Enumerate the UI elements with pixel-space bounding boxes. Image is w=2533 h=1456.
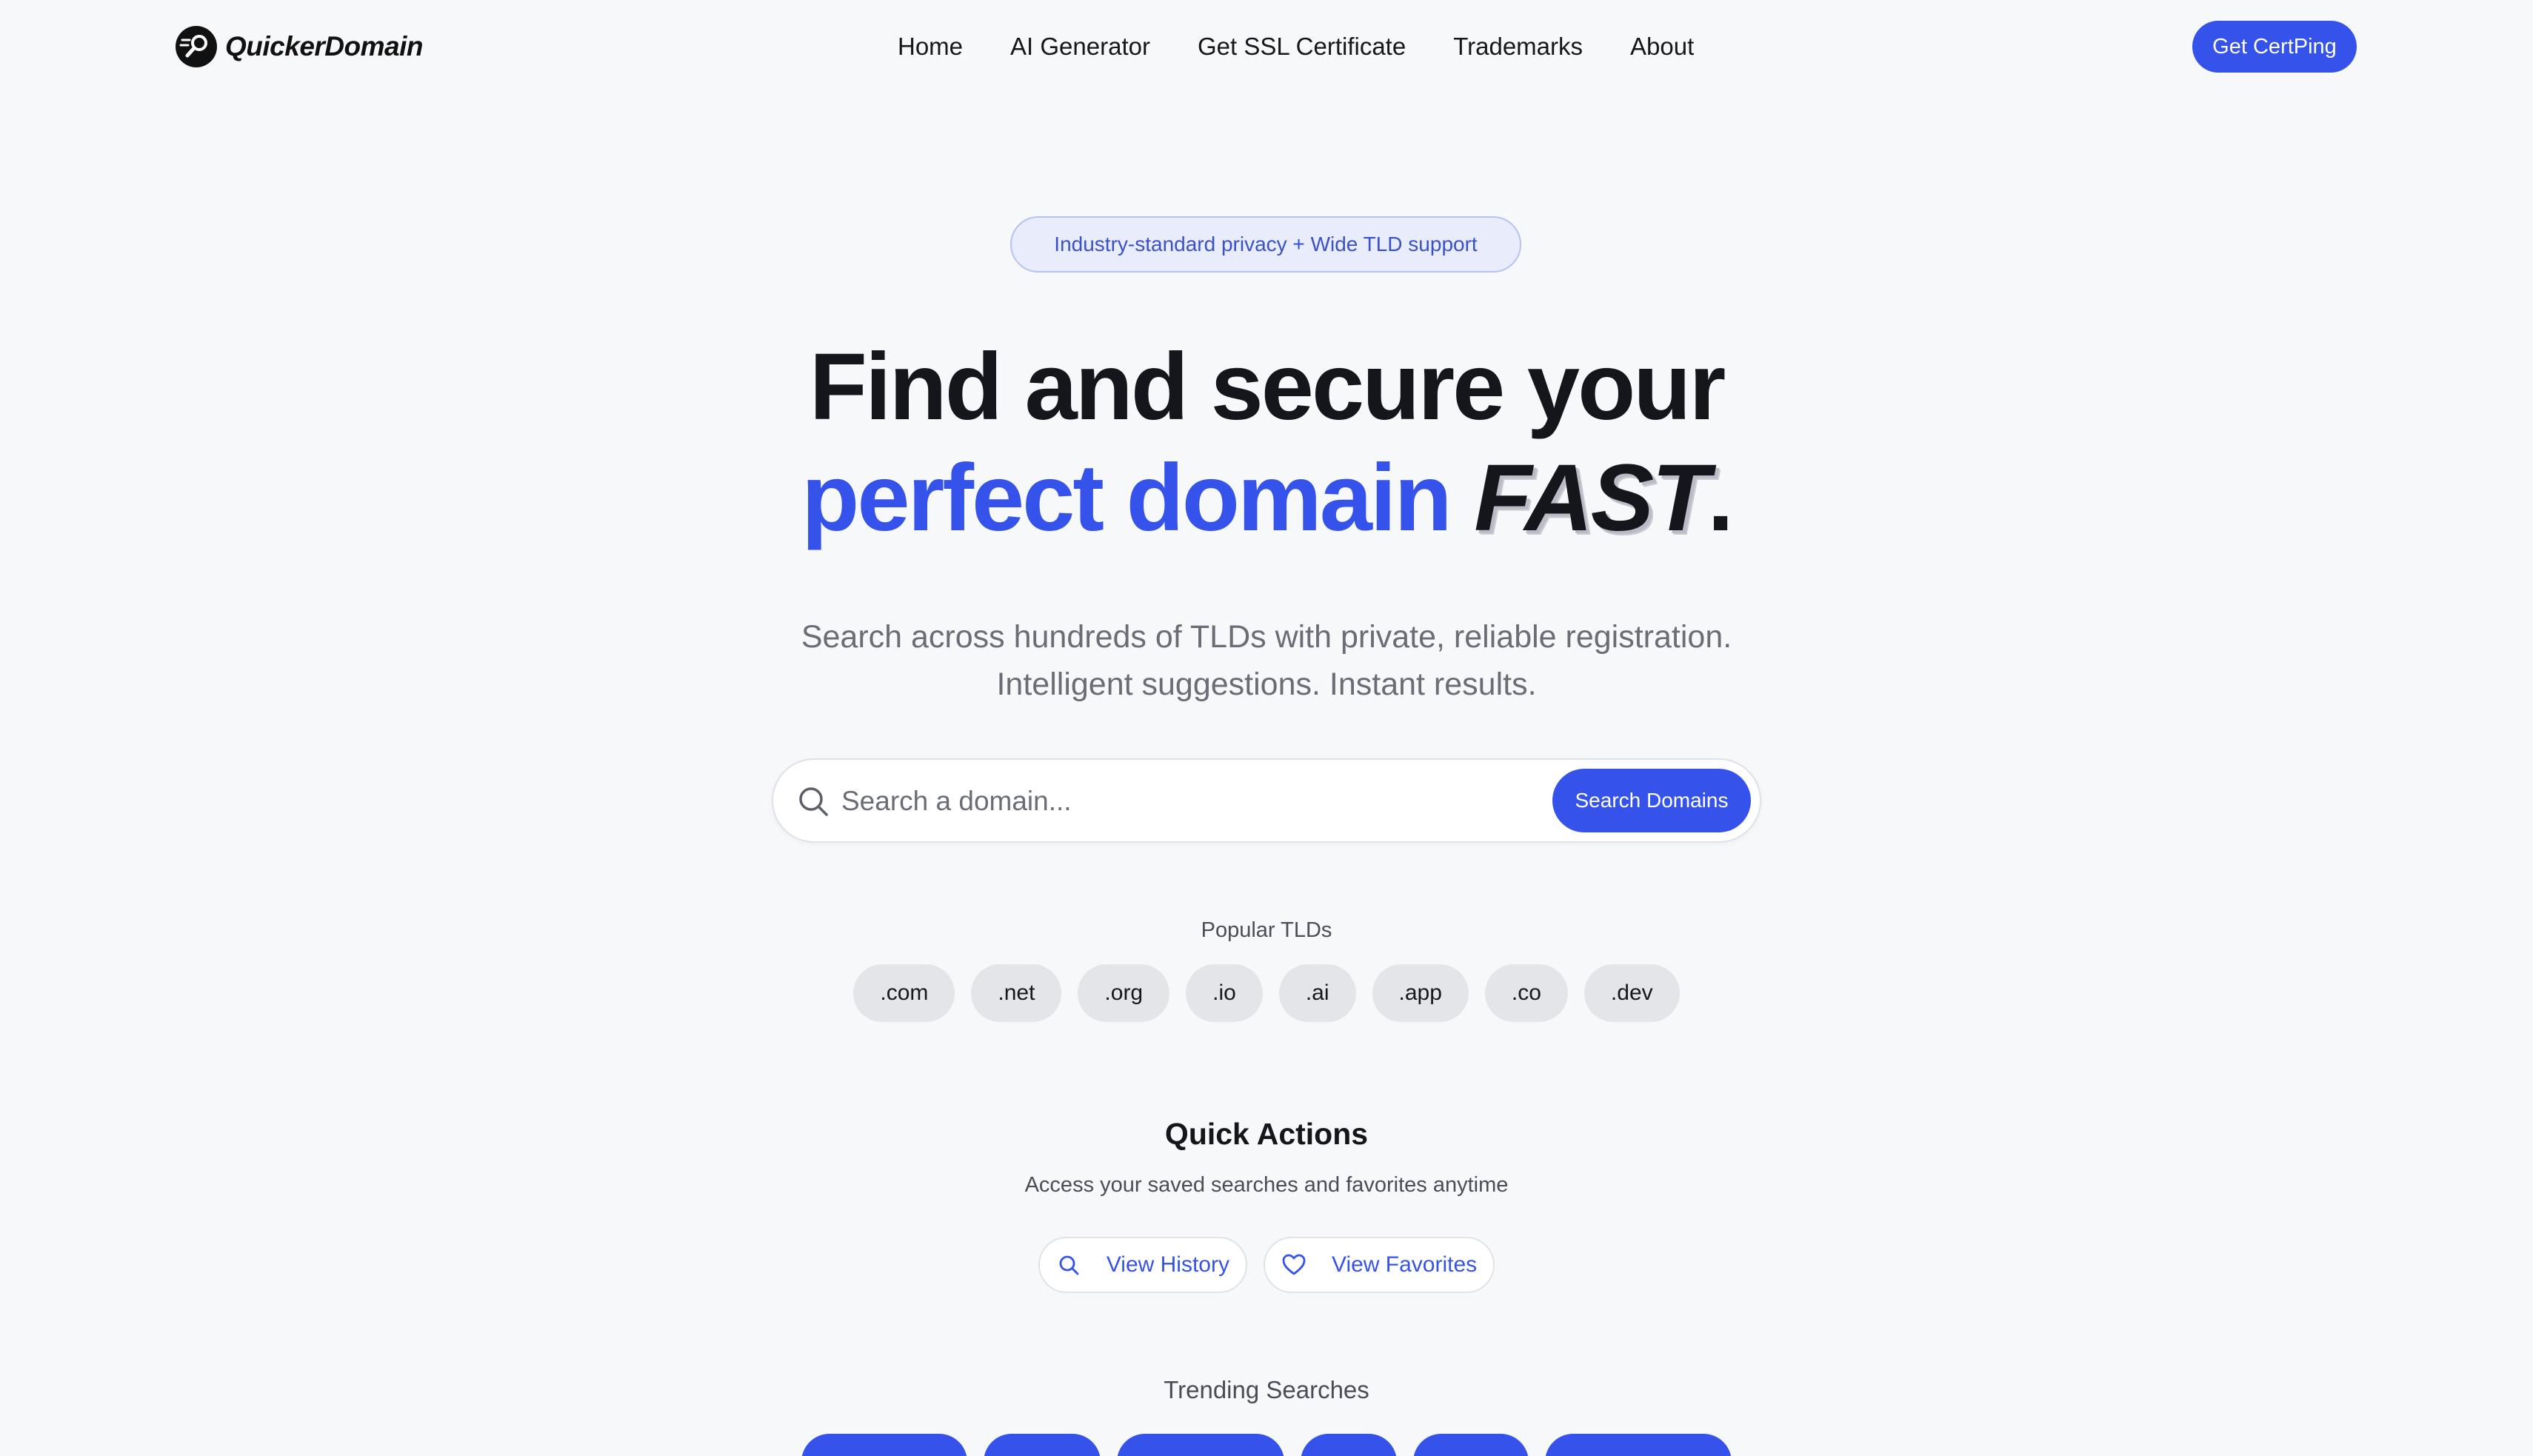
trending-chip[interactable] — [1413, 1434, 1529, 1456]
view-history-button[interactable]: View History — [1038, 1237, 1247, 1293]
tld-chip-dev[interactable]: .dev — [1583, 964, 1680, 1022]
get-certping-button[interactable]: Get CertPing — [2192, 21, 2357, 73]
tld-chip-app[interactable]: .app — [1372, 964, 1469, 1022]
hero-title-emphasis: FAST — [1474, 445, 1709, 551]
tld-chip-net[interactable]: .net — [971, 964, 1062, 1022]
view-favorites-button[interactable]: View Favorites — [1263, 1237, 1495, 1293]
tld-chip-io[interactable]: .io — [1186, 964, 1263, 1022]
view-favorites-label: View Favorites — [1331, 1252, 1478, 1277]
trending-chip[interactable] — [1545, 1434, 1732, 1456]
tld-chip-ai[interactable]: .ai — [1278, 964, 1356, 1022]
hero-subtitle-line1: Search across hundreds of TLDs with priv… — [801, 619, 1732, 655]
hero-subtitle-line2: Intelligent suggestions. Instant results… — [996, 667, 1537, 702]
hero-title-line2: perfect domain FAST. — [0, 443, 2533, 554]
popular-tlds-list: .com .net .org .io .ai .app .co .dev — [0, 964, 2533, 1022]
trending-chip[interactable] — [984, 1434, 1101, 1456]
heart-icon — [1282, 1254, 1306, 1275]
tld-chip-com[interactable]: .com — [853, 964, 955, 1022]
trending-searches-label: Trending Searches — [1164, 1376, 1369, 1403]
quick-actions-buttons: View History View Favorites — [0, 1237, 2533, 1293]
domain-search-bar: Search Domains — [772, 758, 1761, 843]
brand-logo[interactable]: QuickerDomain — [175, 25, 423, 68]
trending-chip[interactable] — [1301, 1434, 1397, 1456]
quick-actions-title: Quick Actions — [1164, 1117, 1369, 1151]
search-domains-button[interactable]: Search Domains — [1552, 769, 1751, 832]
search-icon — [799, 787, 828, 816]
hero-title-highlight: perfect domain — [801, 445, 1452, 551]
page: QuickerDomain Home AI Generator Get SSL … — [0, 0, 2533, 1456]
domain-search-input[interactable] — [841, 776, 1552, 826]
nav-home[interactable]: Home — [898, 27, 963, 67]
trending-searches-list — [0, 1434, 2533, 1456]
brand-name: QuickerDomain — [225, 31, 423, 61]
nav-ai-generator[interactable]: AI Generator — [1010, 27, 1150, 67]
quick-actions-subtitle: Access your saved searches and favorites… — [1024, 1173, 1509, 1197]
nav-ssl-certificate[interactable]: Get SSL Certificate — [1198, 27, 1406, 67]
search-icon — [1059, 1255, 1079, 1275]
hero-title-period: . — [1707, 445, 1734, 551]
logo-icon — [176, 26, 217, 67]
hero-title-line1: Find and secure your — [809, 334, 1726, 440]
main-nav: Home AI Generator Get SSL Certificate Tr… — [898, 27, 1694, 67]
tld-chip-org[interactable]: .org — [1078, 964, 1170, 1022]
nav-trademarks[interactable]: Trademarks — [1453, 27, 1583, 67]
trending-chip[interactable] — [1117, 1434, 1284, 1456]
tld-chip-co[interactable]: .co — [1484, 964, 1568, 1022]
trending-chip[interactable] — [801, 1434, 967, 1456]
feature-badge: Industry-standard privacy + Wide TLD sup… — [1010, 216, 1521, 273]
nav-about[interactable]: About — [1630, 27, 1694, 67]
view-history-label: View History — [1106, 1252, 1229, 1277]
site-header: QuickerDomain Home AI Generator Get SSL … — [0, 0, 2533, 95]
popular-tlds-label: Popular TLDs — [1201, 918, 1332, 942]
